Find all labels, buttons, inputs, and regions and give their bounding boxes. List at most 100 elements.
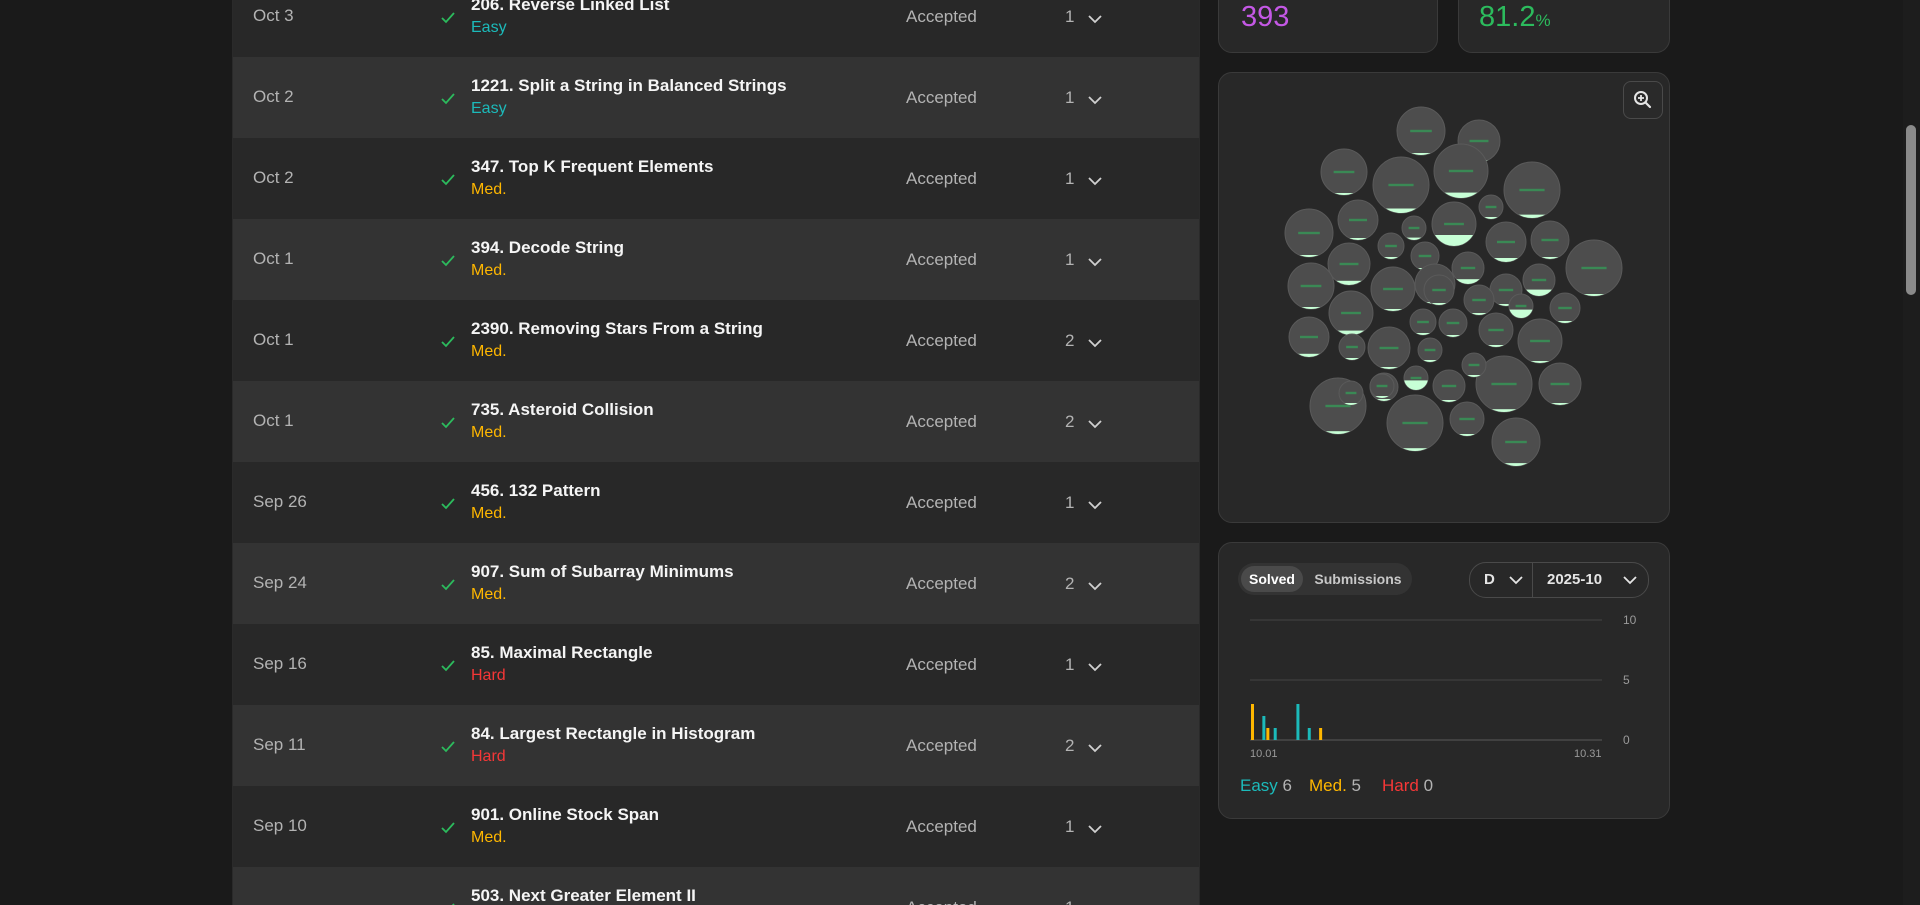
topic-bubble[interactable]	[1478, 312, 1514, 348]
topic-bubble[interactable]	[1431, 201, 1477, 247]
submission-row[interactable]: Oct 1 2390. Removing Stars From a String M…	[233, 300, 1199, 382]
legend-hard: Hard 0	[1382, 776, 1433, 796]
submission-row[interactable]: 503. Next Greater Element II Accepted 1	[233, 867, 1199, 905]
chevron-down-icon[interactable]	[1087, 419, 1103, 429]
topic-bubble[interactable]	[1409, 308, 1437, 336]
submission-row[interactable]: Oct 2 347. Top K Frequent Elements Med. Acc…	[233, 138, 1199, 220]
tab-submissions[interactable]: Submissions	[1310, 566, 1406, 592]
submission-row[interactable]: Sep 24 907. Sum of Subarray Minimums Med. A…	[233, 543, 1199, 625]
problem-title-link[interactable]: 347. Top K Frequent Elements	[471, 157, 713, 177]
zoom-button[interactable]	[1623, 81, 1663, 119]
topic-bubble[interactable]	[1433, 143, 1489, 199]
submission-date: Sep 11	[253, 735, 306, 754]
bar-easy[interactable]	[1262, 716, 1266, 740]
topic-bubble[interactable]	[1449, 401, 1485, 437]
chevron-down-icon[interactable]	[1087, 176, 1103, 186]
topic-bubble[interactable]	[1372, 156, 1430, 214]
problem-title-link[interactable]: 503. Next Greater Element II	[471, 886, 696, 905]
problem-title-link[interactable]: 206. Reverse Linked List	[471, 0, 669, 15]
problem-title-link[interactable]: 84. Largest Rectangle in Histogram	[471, 724, 755, 744]
topic-bubble[interactable]	[1423, 274, 1455, 306]
scrollbar-thumb[interactable]	[1906, 125, 1916, 295]
chevron-down-icon[interactable]	[1087, 743, 1103, 753]
topic-bubble[interactable]	[1451, 251, 1485, 285]
bar-easy[interactable]	[1296, 704, 1300, 740]
chevron-down-icon[interactable]	[1087, 338, 1103, 348]
problem-title-link[interactable]: 901. Online Stock Span	[471, 805, 659, 825]
topic-bubble[interactable]	[1438, 308, 1468, 338]
topic-bubble[interactable]	[1485, 221, 1527, 263]
submission-row[interactable]: Sep 10 901. Online Stock Span Med. Accepted…	[233, 786, 1199, 868]
chevron-down-icon[interactable]	[1087, 95, 1103, 105]
submission-row[interactable]: Oct 2 1221. Split a String in Balanced St…	[233, 57, 1199, 139]
granularity-select[interactable]: D	[1484, 571, 1495, 588]
topic-bubble[interactable]	[1320, 148, 1368, 196]
submission-row[interactable]: Oct 1 735. Asteroid Collision Med. Accepted…	[233, 381, 1199, 463]
submission-row[interactable]: Sep 11 84. Largest Rectangle in Histogram…	[233, 705, 1199, 787]
chevron-down-icon[interactable]	[1087, 581, 1103, 591]
problem-title-link[interactable]: 907. Sum of Subarray Minimums	[471, 562, 734, 582]
chevron-down-icon[interactable]	[1087, 257, 1103, 267]
chevron-down-icon[interactable]	[1087, 500, 1103, 510]
chevron-down-icon[interactable]	[1622, 575, 1638, 585]
status-text: Accepted	[906, 412, 977, 431]
topic-bubble[interactable]	[1338, 380, 1364, 406]
topic-bubble[interactable]	[1463, 284, 1495, 316]
problem-title-link[interactable]: 2390. Removing Stars From a String	[471, 319, 763, 339]
bar-med[interactable]	[1266, 728, 1270, 740]
topic-bubble[interactable]	[1401, 215, 1427, 241]
status-text: Accepted	[906, 88, 977, 107]
topic-bubble[interactable]	[1549, 292, 1581, 324]
problem-title-link[interactable]: 456. 132 Pattern	[471, 481, 600, 501]
topic-bubble[interactable]	[1370, 266, 1416, 312]
chevron-down-icon[interactable]	[1087, 14, 1103, 24]
bar-easy[interactable]	[1307, 728, 1311, 740]
topic-bubble[interactable]	[1327, 242, 1371, 286]
submission-row[interactable]: Oct 1 394. Decode String Med. Accepted 1	[233, 219, 1199, 301]
topic-bubble[interactable]	[1517, 318, 1563, 364]
submission-row[interactable]: Sep 16 85. Maximal Rectangle Hard Accepted 1	[233, 624, 1199, 706]
topic-bubble[interactable]	[1284, 208, 1334, 258]
bar-med[interactable]	[1251, 704, 1254, 740]
topic-bubble-map[interactable]	[1218, 72, 1668, 512]
topic-bubble[interactable]	[1491, 417, 1541, 467]
topic-bubble[interactable]	[1367, 326, 1411, 370]
topic-bubble[interactable]	[1538, 362, 1582, 406]
topic-bubble[interactable]	[1377, 232, 1405, 260]
problem-title-link[interactable]: 85. Maximal Rectangle	[471, 643, 652, 663]
chevron-down-icon[interactable]	[1087, 662, 1103, 672]
topic-bubble[interactable]	[1369, 373, 1395, 399]
topic-bubble[interactable]	[1337, 199, 1379, 241]
topic-bubble[interactable]	[1478, 194, 1504, 220]
problem-title-link[interactable]: 1221. Split a String in Balanced Strings	[471, 76, 787, 96]
topic-bubble[interactable]	[1328, 290, 1374, 336]
legend-medium: Med. 5	[1309, 776, 1361, 796]
bar-easy[interactable]	[1273, 728, 1277, 740]
submission-row[interactable]: Sep 26 456. 132 Pattern Med. Accepted 1	[233, 462, 1199, 544]
topic-bubble[interactable]	[1503, 161, 1561, 219]
legend-hard-value: 0	[1423, 776, 1434, 795]
month-select[interactable]: 2025-10	[1547, 571, 1602, 588]
topic-bubble[interactable]	[1403, 365, 1429, 391]
topic-bubble[interactable]	[1338, 333, 1366, 361]
chevron-down-icon[interactable]	[1508, 575, 1524, 585]
topic-bubble[interactable]	[1508, 293, 1534, 319]
topic-bubble[interactable]	[1288, 316, 1330, 358]
topic-bubble[interactable]	[1396, 106, 1446, 156]
topic-bubble[interactable]	[1386, 394, 1444, 452]
submission-row[interactable]: Oct 3 206. Reverse Linked List Easy Accepte…	[233, 0, 1199, 58]
topic-bubble[interactable]	[1530, 220, 1570, 260]
problem-title-link[interactable]: 735. Asteroid Collision	[471, 400, 654, 420]
topic-bubble[interactable]	[1432, 369, 1466, 403]
tab-solved[interactable]: Solved	[1241, 566, 1303, 592]
problem-title-link[interactable]: 394. Decode String	[471, 238, 624, 258]
topic-bubble[interactable]	[1417, 337, 1443, 363]
chevron-down-icon[interactable]	[1087, 824, 1103, 834]
bar-med[interactable]	[1319, 728, 1323, 740]
legend-easy-value: 6	[1282, 776, 1292, 795]
topic-bubble[interactable]	[1565, 239, 1623, 297]
topic-bubble[interactable]	[1287, 262, 1335, 310]
topic-bubble[interactable]	[1522, 263, 1556, 297]
difficulty-label: Hard	[471, 748, 506, 765]
topic-bubble[interactable]	[1461, 352, 1487, 378]
